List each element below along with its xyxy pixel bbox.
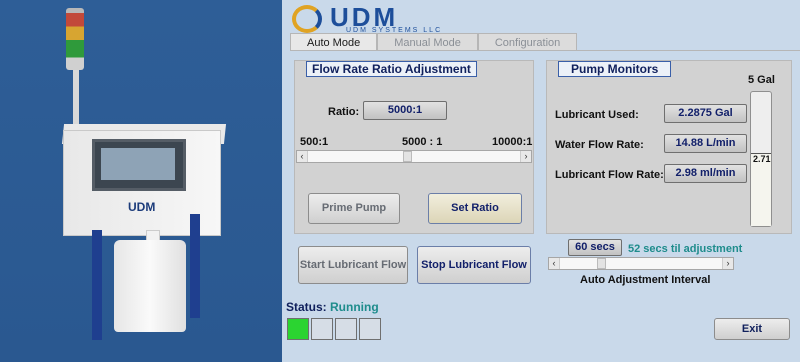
ratio-slider-thumb[interactable] — [403, 151, 413, 162]
stand-leg-right — [190, 214, 200, 318]
stop-lubricant-flow-button[interactable]: Stop Lubricant Flow — [417, 246, 531, 284]
interval-label: Auto Adjustment Interval — [580, 274, 711, 286]
water-flow-rate-value: 14.88 L/min — [664, 134, 747, 153]
lubricant-flow-rate-value: 2.98 ml/min — [664, 164, 747, 183]
tab-auto-mode[interactable]: Auto Mode — [290, 33, 378, 51]
status-indicator: Status: Running — [286, 300, 379, 314]
tab-bar-divider — [290, 50, 800, 51]
ratio-slider[interactable]: ‹ › — [296, 150, 532, 163]
status-light-3 — [335, 318, 357, 340]
pump-monitors-title: Pump Monitors — [558, 61, 672, 77]
product-photo: UDM — [0, 0, 282, 362]
tank-level-text: 2.71 — [753, 154, 771, 165]
interval-slider-thumb[interactable] — [596, 258, 606, 269]
hmi-screen: UDM UDM SYSTEMS LLC Auto Mode Manual Mod… — [282, 0, 800, 362]
exit-button[interactable]: Exit — [714, 318, 790, 340]
interval-countdown: 52 secs til adjustment — [628, 243, 743, 255]
prime-pump-button[interactable]: Prime Pump — [308, 193, 400, 224]
status-value: Running — [330, 300, 379, 314]
ratio-scale-mid: 5000 : 1 — [402, 136, 443, 148]
set-ratio-button[interactable]: Set Ratio — [428, 193, 522, 224]
water-flow-rate-label: Water Flow Rate: — [555, 139, 644, 151]
ratio-value: 5000:1 — [363, 101, 447, 120]
tank-capacity-label: 5 Gal — [748, 74, 775, 86]
interval-slider[interactable]: ‹ › — [548, 257, 734, 270]
flow-ratio-title: Flow Rate Ratio Adjustment — [306, 61, 477, 77]
lubricant-bottle — [114, 240, 186, 332]
chevron-left-icon[interactable]: ‹ — [549, 258, 560, 269]
interval-value: 60 secs — [568, 239, 622, 256]
light-tower-pole — [73, 66, 79, 126]
chevron-right-icon[interactable]: › — [520, 151, 531, 162]
lubricant-tank-gauge: 2.71 — [750, 91, 772, 227]
cabinet-touchscreen — [92, 139, 186, 191]
light-tower — [66, 8, 84, 70]
lubricant-used-label: Lubricant Used: — [555, 109, 639, 121]
tab-configuration[interactable]: Configuration — [477, 33, 578, 51]
stand-leg-left — [92, 230, 102, 340]
status-label: Status: — [286, 300, 327, 314]
status-light-1 — [287, 318, 309, 340]
status-light-2 — [311, 318, 333, 340]
ratio-scale-min: 500:1 — [300, 136, 329, 148]
udm-logo-icon — [292, 5, 322, 33]
tab-manual-mode[interactable]: Manual Mode — [377, 33, 478, 51]
lubricant-used-value: 2.2875 Gal — [664, 104, 747, 123]
ratio-scale-max: 10000:1 — [492, 136, 533, 148]
ratio-label: Ratio: — [328, 106, 360, 118]
mode-tabs: Auto Mode Manual Mode Configuration — [290, 33, 578, 51]
lubricant-flow-rate-label: Lubricant Flow Rate: — [555, 169, 664, 181]
chevron-left-icon[interactable]: ‹ — [297, 151, 308, 162]
cabinet-logo: UDM — [128, 200, 156, 214]
status-lights — [287, 318, 383, 340]
status-light-4 — [359, 318, 381, 340]
start-lubricant-flow-button[interactable]: Start Lubricant Flow — [298, 246, 408, 284]
chevron-right-icon[interactable]: › — [722, 258, 733, 269]
